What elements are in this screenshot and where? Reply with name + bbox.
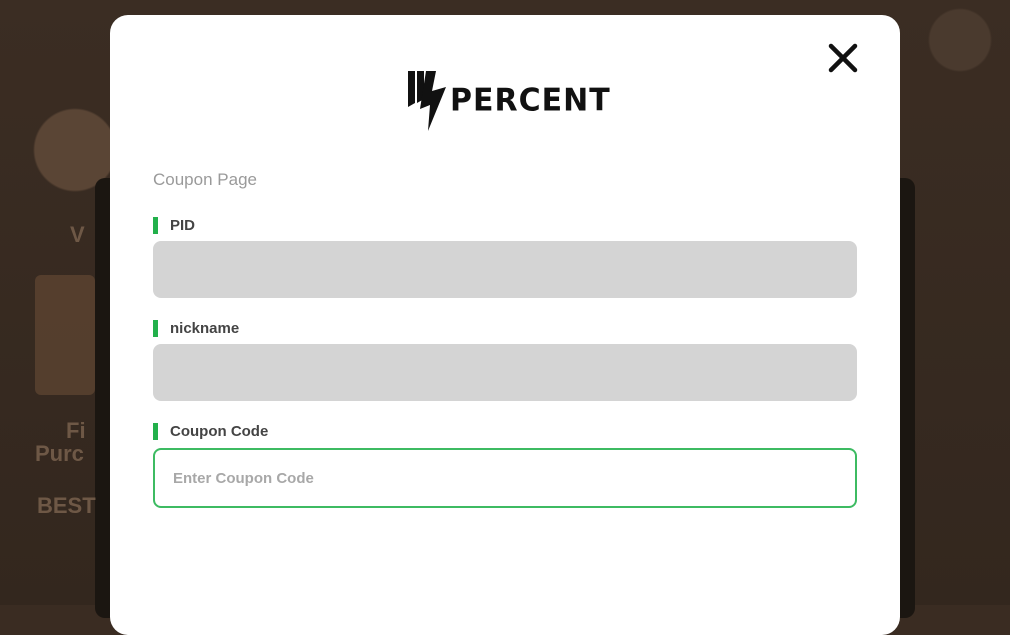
label-accent-bar (153, 423, 158, 440)
label-accent-bar (153, 320, 158, 337)
percent-logo: PERCENT (406, 65, 611, 135)
pid-field (153, 241, 857, 298)
close-icon (828, 43, 858, 73)
label-accent-bar (153, 217, 158, 234)
logo-text: PERCENT (450, 81, 611, 119)
coupon-modal: PERCENT Coupon Page PID nickname Coupon … (110, 15, 900, 635)
page-title: Coupon Page (153, 170, 257, 189)
nickname-label: nickname (153, 320, 239, 337)
lightning-bolt-icon (408, 71, 446, 131)
background-text: V (70, 222, 85, 247)
background-text: Purc (35, 441, 84, 466)
pid-label: PID (153, 217, 195, 234)
nickname-field (153, 344, 857, 401)
pid-label-text: PID (170, 217, 196, 234)
background-text: BEST (37, 493, 96, 518)
coupon-code-label: Coupon Code (153, 423, 268, 440)
coupon-code-label-text: Coupon Code (170, 423, 269, 440)
close-button[interactable] (826, 41, 860, 75)
nickname-label-text: nickname (170, 320, 240, 337)
background-card (35, 275, 95, 395)
coupon-code-input[interactable] (153, 448, 857, 508)
